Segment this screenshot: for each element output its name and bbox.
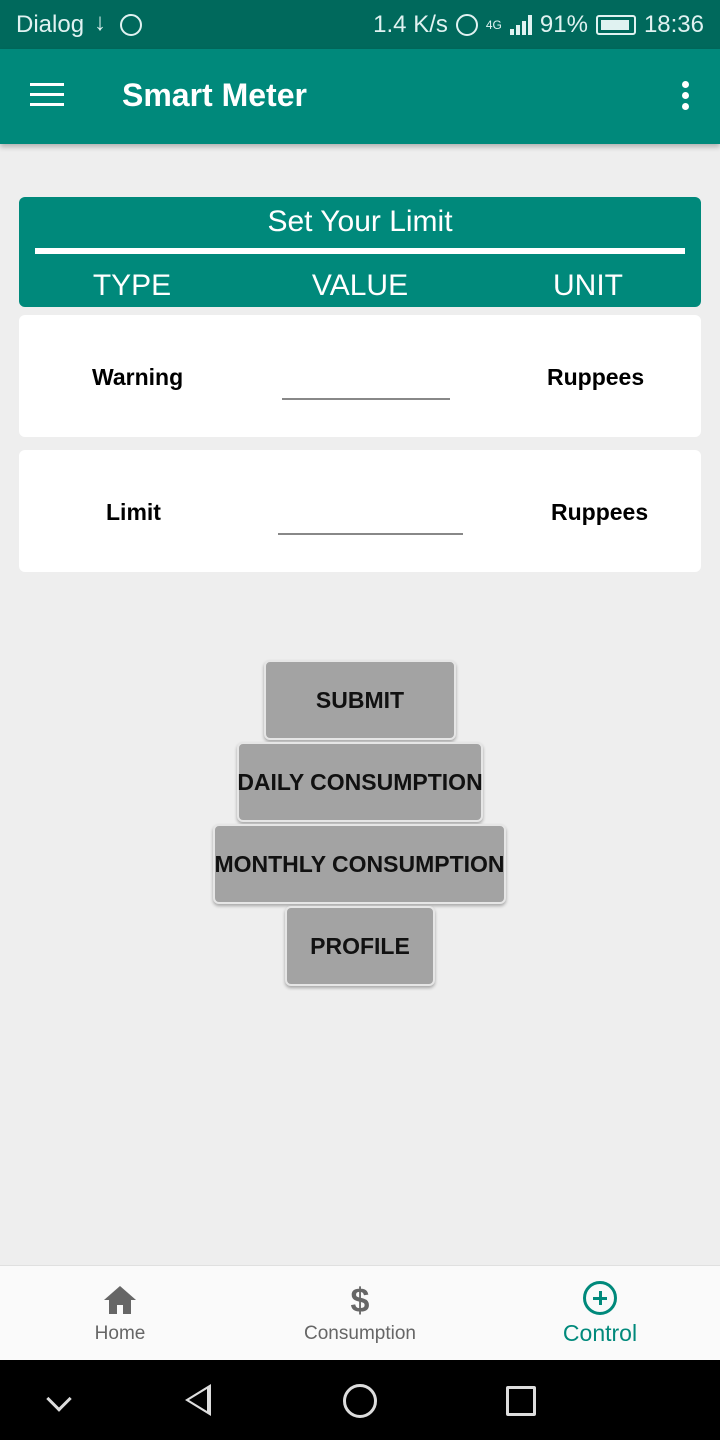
nav-label-control: Control (562, 1320, 638, 1346)
home-circle-icon (343, 1384, 377, 1418)
bottom-navigation: Home $ Consumption Control (0, 1265, 720, 1360)
chevron-down-icon (46, 1386, 72, 1412)
menu-icon[interactable] (30, 83, 64, 107)
limit-unit: Ruppees (551, 499, 649, 525)
nav-label-consumption: Consumption (304, 1322, 416, 1344)
nav-item-home[interactable]: Home (0, 1266, 240, 1361)
signal-icon (509, 14, 532, 35)
nav-item-control[interactable]: Control (480, 1266, 720, 1361)
clock: 18:36 (643, 10, 704, 38)
warning-row: Warning Ruppees (19, 315, 701, 437)
battery-percent: 91% (539, 10, 588, 38)
status-left: Dialog (16, 9, 143, 39)
hide-nav-button[interactable] (0, 1360, 120, 1440)
back-button[interactable] (140, 1360, 260, 1440)
network-speed: 1.4 K/s (373, 10, 448, 38)
column-header-type: TYPE (92, 269, 172, 302)
warning-label: Warning (92, 364, 184, 390)
hotspot-icon (120, 13, 143, 36)
battery-icon (595, 14, 636, 35)
divider (35, 248, 685, 254)
app-bar: Smart Meter (0, 49, 720, 144)
system-navigation-bar (0, 1360, 720, 1440)
submit-button[interactable]: SUBMIT (264, 660, 456, 740)
recents-button[interactable] (460, 1360, 580, 1440)
limit-title: Set Your Limit (267, 205, 453, 238)
status-right: 1.4 K/s 4G 91% 18:36 (373, 11, 704, 39)
warning-value-input[interactable] (282, 360, 450, 400)
home-icon (104, 1283, 136, 1319)
warning-unit: Ruppees (547, 364, 645, 390)
limit-header: Set Your Limit TYPE VALUE UNIT (19, 197, 701, 307)
home-button[interactable] (300, 1360, 420, 1440)
nav-label-home: Home (94, 1322, 146, 1344)
carrier-name: Dialog (16, 10, 85, 38)
profile-button[interactable]: PROFILE (285, 906, 435, 986)
dollar-icon: $ (350, 1281, 370, 1320)
limit-row: Limit Ruppees (19, 450, 701, 572)
network-type: 4G (485, 17, 502, 32)
limit-label: Limit (106, 499, 161, 525)
app-title: Smart Meter (122, 77, 307, 113)
plus-circle-icon (583, 1280, 617, 1316)
back-icon (185, 1384, 211, 1416)
column-header-value: VALUE (311, 269, 409, 302)
download-icon (92, 9, 112, 37)
column-header-unit: UNIT (553, 269, 623, 302)
limit-value-input[interactable] (278, 495, 463, 535)
status-bar: Dialog 1.4 K/s 4G 91% 18:36 (0, 0, 720, 49)
daily-consumption-button[interactable]: DAILY CONSUMPTION (237, 742, 483, 822)
monthly-consumption-button[interactable]: MONTHLY CONSUMPTION (213, 824, 506, 904)
nav-item-consumption[interactable]: $ Consumption (240, 1266, 480, 1361)
more-options-icon[interactable] (682, 81, 690, 111)
wifi-icon (455, 13, 478, 36)
recents-icon (506, 1386, 536, 1416)
